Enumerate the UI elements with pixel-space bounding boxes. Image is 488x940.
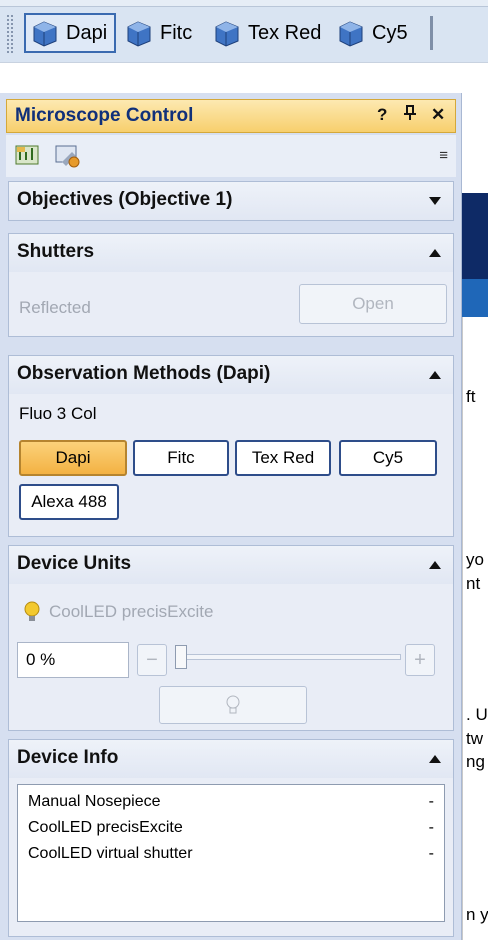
toolbar-button-label: Dapi [66,21,108,44]
method-alexa488-button[interactable]: Alexa 488 [19,484,119,520]
panel-icon-bar: ≡ [6,135,456,177]
pin-button[interactable] [403,105,417,126]
method-cy5-button[interactable]: Cy5 [339,440,437,476]
document-text-fragment: ft [466,387,476,406]
intensity-value: 0 % [26,650,56,669]
objectives-section[interactable]: Objectives (Objective 1) [8,181,454,221]
device-info-row-value: - [428,793,434,810]
method-dapi-button[interactable]: Dapi [19,440,127,476]
decrease-button[interactable]: − [137,644,167,676]
toolbar-button-label: Fitc [160,21,193,44]
device-info-row-name: Manual Nosepiece [28,793,161,810]
document-text-fragment: tw [466,729,483,748]
toolbar-button-label: Cy5 [372,21,408,44]
document-text-fragment: . U [466,705,488,724]
device-info-row-name: CoolLED virtual shutter [28,845,193,862]
document-text-fragment: yo [466,550,484,569]
collapse-arrow-icon[interactable] [429,371,441,379]
device-units-header[interactable]: Device Units [9,546,453,584]
document-nav-bar [462,279,488,317]
expand-arrow-icon[interactable] [429,197,441,205]
configure-icon[interactable] [54,142,82,168]
section-title: Shutters [17,241,95,262]
overflow-menu-icon[interactable]: ≡ [439,147,448,164]
document-banner [462,193,488,279]
intensity-slider-track[interactable] [175,654,401,660]
section-title: Objectives (Objective 1) [17,189,233,210]
help-button[interactable]: ? [377,105,387,125]
device-info-list[interactable]: Manual Nosepiece - CoolLED precisExcite … [17,784,445,922]
document-text-fragment: ng [466,752,485,771]
section-title: Device Info [17,747,119,768]
observation-methods-section: Observation Methods (Dapi) Fluo 3 Col Da… [8,355,454,537]
toolbar-texred-button[interactable]: Tex Red [212,13,324,53]
close-button[interactable]: ✕ [431,105,445,125]
microscope-settings-icon[interactable] [14,142,42,168]
objectives-header[interactable]: Objectives (Objective 1) [9,182,453,220]
toolbar-top-strip [0,0,488,7]
device-info-header[interactable]: Device Info [9,740,453,778]
pin-icon [404,105,416,120]
filter-cube-icon [215,21,239,47]
observation-methods-header[interactable]: Observation Methods (Dapi) [9,356,453,394]
light-toggle-button[interactable] [159,686,307,724]
toolbar-separator [430,16,433,50]
shutter-open-button[interactable]: Open [299,284,447,324]
device-units-section: Device Units CoolLED precisExcite 0 % − … [8,545,454,731]
toolbar-button-label: Tex Red [248,21,322,44]
shutters-header[interactable]: Shutters [9,234,453,272]
increase-button[interactable]: + [405,644,435,676]
document-top-area [0,63,488,93]
device-info-section: Device Info Manual Nosepiece - CoolLED p… [8,739,454,937]
background-document: ft yo nt . U tw ng n y [462,93,488,940]
toolbar-grip[interactable] [6,14,14,54]
shutters-section: Shutters Reflected Open [8,233,454,337]
panel-title-bar[interactable]: Microscope Control ? ✕ [6,99,456,133]
section-title: Device Units [17,553,132,574]
method-fitc-button[interactable]: Fitc [133,440,229,476]
panel-title: Microscope Control [15,105,194,126]
filter-cube-icon [339,21,363,47]
collapse-arrow-icon[interactable] [429,249,441,257]
document-text-fragment: nt [466,574,481,593]
intensity-input[interactable]: 0 % [17,642,129,678]
device-info-row-name: CoolLED precisExcite [28,819,183,836]
device-info-row-value: - [428,845,434,862]
section-title: Observation Methods (Dapi) [17,363,271,384]
shutter-label: Reflected [19,298,91,317]
filter-cube-icon [33,21,57,47]
lightbulb-off-icon [226,695,240,714]
toolbar-fitc-button[interactable]: Fitc [124,13,204,53]
collapse-arrow-icon[interactable] [429,755,441,763]
document-column-rule [462,317,463,940]
toolbar-cy5-button[interactable]: Cy5 [336,13,426,53]
device-name: CoolLED precisExcite [49,602,214,621]
intensity-slider-thumb[interactable] [175,645,187,669]
microscope-control-panel: Microscope Control ? ✕ ≡ Objectives (Obj… [0,93,462,940]
filter-cube-icon [127,21,151,47]
toolbar-dapi-button[interactable]: Dapi [24,13,116,53]
observation-toolbar: Dapi Fitc Tex Red Cy5 [0,0,488,63]
method-texred-button[interactable]: Tex Red [235,440,331,476]
device-info-row-value: - [428,819,434,836]
method-group-label: Fluo 3 Col [19,404,97,423]
collapse-arrow-icon[interactable] [429,561,441,569]
document-text-fragment: n y [466,905,488,924]
lightbulb-icon [24,601,40,621]
